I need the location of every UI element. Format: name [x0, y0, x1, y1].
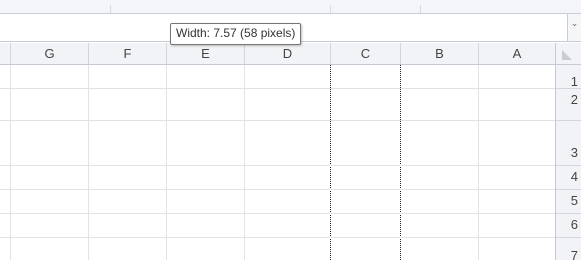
- column-gridline: [244, 65, 245, 260]
- row-header-6[interactable]: 6: [556, 214, 581, 238]
- column-header-c[interactable]: C: [330, 43, 400, 64]
- column-gridline: [166, 65, 167, 260]
- row-header-2[interactable]: 2: [556, 89, 581, 121]
- column-header-row: G F E D C B A: [0, 43, 581, 65]
- row-header-1[interactable]: 1: [556, 65, 581, 89]
- column-header-g[interactable]: G: [10, 43, 88, 64]
- column-width-tooltip: Width: 7.57 (58 pixels): [170, 23, 302, 45]
- column-gridline: [478, 65, 479, 260]
- row-header-7[interactable]: 7: [556, 238, 581, 263]
- chevron-down-icon[interactable]: ⌄: [567, 14, 581, 41]
- column-header-partial[interactable]: [0, 43, 10, 64]
- row-gridline: [0, 237, 555, 238]
- row-header-column: 1 2 3 4 5 6 7: [555, 65, 581, 263]
- column-gridline: [88, 65, 89, 260]
- ribbon-divider: [420, 5, 421, 13]
- column-header-f[interactable]: F: [88, 43, 166, 64]
- column-header-d[interactable]: D: [244, 43, 330, 64]
- ribbon-strip: [0, 0, 581, 14]
- row-header-4[interactable]: 4: [556, 166, 581, 190]
- column-header-e[interactable]: E: [166, 43, 244, 64]
- cell-grid[interactable]: [0, 65, 555, 260]
- row-gridline: [0, 88, 555, 89]
- column-header-b[interactable]: B: [400, 43, 478, 64]
- row-gridline: [0, 165, 555, 166]
- page-break-line: [400, 65, 401, 260]
- ribbon-divider: [110, 5, 111, 13]
- select-all-triangle-icon: [562, 50, 572, 60]
- column-header-a[interactable]: A: [478, 43, 555, 64]
- row-gridline: [0, 213, 555, 214]
- ribbon-divider: [330, 5, 331, 13]
- page-break-line: [330, 65, 331, 260]
- select-all-button[interactable]: [555, 43, 581, 65]
- row-header-3[interactable]: 3: [556, 121, 581, 166]
- row-gridline: [0, 189, 555, 190]
- column-gridline: [10, 65, 11, 260]
- row-gridline: [0, 120, 555, 121]
- row-header-5[interactable]: 5: [556, 190, 581, 214]
